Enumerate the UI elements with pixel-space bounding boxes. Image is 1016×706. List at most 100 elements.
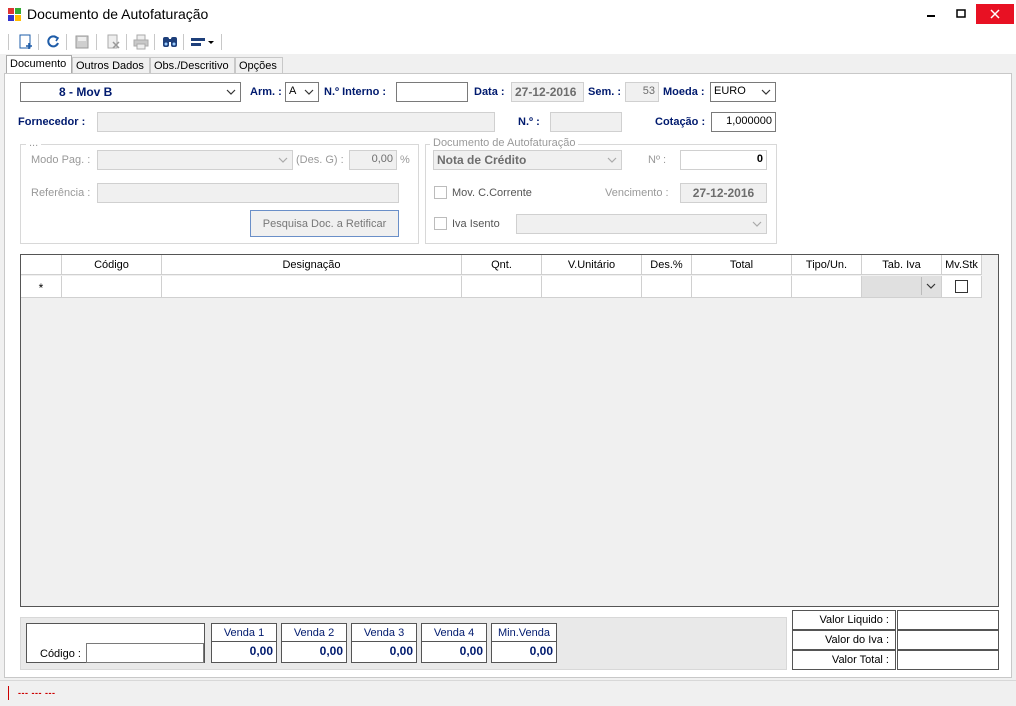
moeda-value: EURO [714,85,746,97]
venda-4-label: Venda 4 [422,624,486,642]
no-input[interactable] [550,112,622,132]
min-venda-box: Min.Venda 0,00 [491,623,557,663]
print-icon [133,34,149,50]
tab-label: Obs./Descritivo [154,60,229,72]
fornecedor-input[interactable] [97,112,495,132]
status-bar: --- --- --- [0,680,1016,706]
mv-stk-checkbox[interactable] [955,280,968,293]
vencimento-label: Vencimento : [605,187,669,199]
cell-designacao[interactable] [162,276,462,298]
codigo-box: Código : [26,623,205,663]
cell-des[interactable] [642,276,692,298]
vencimento-input[interactable]: 27-12-2016 [680,183,767,203]
cell-v-unitario[interactable] [542,276,642,298]
toolbar-separator [96,34,97,50]
print-button[interactable] [131,32,151,52]
save-button[interactable] [72,32,92,52]
valor-iva-label: Valor do Iva : [792,630,896,650]
refresh-icon [47,35,60,48]
find-button[interactable] [160,32,180,52]
new-button[interactable] [16,32,36,52]
layout-dropdown-button[interactable] [189,32,217,52]
venda-4-box: Venda 4 0,00 [421,623,487,663]
grid-header-v-unitario[interactable]: V.Unitário [542,255,642,275]
tab-documento[interactable]: Documento [6,55,72,75]
moeda-select[interactable]: EURO [710,82,776,102]
sem-label: Sem. : [588,86,622,98]
mov-cc-label: Mov. C.Corrente [452,187,532,199]
valor-total-label: Valor Total : [792,650,896,670]
maximize-button[interactable] [946,4,976,24]
grid-header-codigo[interactable]: Código [62,255,162,275]
des-g-input[interactable]: 0,00 [349,150,397,170]
cell-codigo[interactable] [62,276,162,298]
chevron-down-icon[interactable] [921,277,939,295]
sem-input[interactable]: 53 [625,82,659,102]
grid-header-tipo-un[interactable]: Tipo/Un. [792,255,862,275]
cell-total[interactable] [692,276,792,298]
cell-tab-iva-select[interactable] [862,276,942,298]
delete-icon [107,34,120,49]
venda-4-value: 0,00 [459,644,483,658]
mov-cc-checkbox[interactable] [434,186,447,199]
valor-liquido-label: Valor Liquido : [792,610,896,630]
venda-1-label: Venda 1 [212,624,276,642]
grid-header-total[interactable]: Total [692,255,792,275]
tipo-doc-select[interactable]: Nota de Crédito [433,150,622,170]
find-icon [163,37,177,47]
venda-2-value: 0,00 [319,644,343,658]
modo-pag-select[interactable] [97,150,293,170]
grid-header-qnt[interactable]: Qnt. [462,255,542,275]
codigo-input[interactable] [86,643,204,663]
venda-3-value: 0,00 [389,644,413,658]
referencia-input[interactable] [97,183,399,203]
cotacao-input[interactable]: 1,000000 [711,112,776,132]
valor-liquido-value [897,610,999,630]
pesquisa-doc-button[interactable]: Pesquisa Doc. a Retificar [250,210,399,237]
n-interno-input[interactable] [396,82,468,102]
chevron-down-icon [759,85,773,99]
des-g-label: (Des. G) : [296,154,344,166]
cotacao-label: Cotação : [655,116,706,128]
grid-header-designacao[interactable]: Designação [162,255,462,275]
tab-label: Outros Dados [76,60,144,72]
venda-1-value: 0,00 [249,644,273,658]
iva-isento-label: Iva Isento [452,218,500,230]
toolbar-separator [154,34,155,50]
data-label: Data : [474,86,505,98]
close-button[interactable] [976,4,1014,24]
venda-2-label: Venda 2 [282,624,346,642]
arm-select[interactable]: A [285,82,319,102]
status-divider [8,686,9,700]
venda-2-box: Venda 2 0,00 [281,623,347,663]
data-input[interactable]: 27-12-2016 [511,82,584,102]
cell-mv-stk [942,276,982,298]
valor-total-value [897,650,999,670]
tab-label: Opções [239,60,277,72]
toolbar-separator [221,34,222,50]
modo-pag-label: Modo Pag. : [31,154,91,166]
serie-select[interactable]: 8 - Mov B [20,82,241,102]
toolbar-separator [183,34,184,50]
cell-tipo-un[interactable] [792,276,862,298]
grid-header-tab-iva[interactable]: Tab. Iva [862,255,942,275]
new-icon [19,34,32,49]
n-input[interactable]: 0 [680,150,767,170]
maximize-icon [956,9,966,18]
delete-button[interactable] [103,32,123,52]
grid-header-des[interactable]: Des.% [642,255,692,275]
arm-value: A [289,85,297,97]
app-icon [8,8,22,22]
venda-1-box: Venda 1 0,00 [211,623,277,663]
referencia-label: Referência : [31,187,91,199]
minimize-button[interactable] [916,4,946,24]
n-interno-label: N.º Interno : [324,86,387,98]
iva-isento-checkbox[interactable] [434,217,447,230]
layout-dropdown-icon [191,38,214,46]
cell-qnt[interactable] [462,276,542,298]
iva-isento-select[interactable] [516,214,767,234]
grid-header-mv-stk[interactable]: Mv.Stk [942,255,982,275]
refresh-button[interactable] [43,32,63,52]
chevron-down-icon [605,153,619,167]
tab-label: Documento [10,58,67,70]
